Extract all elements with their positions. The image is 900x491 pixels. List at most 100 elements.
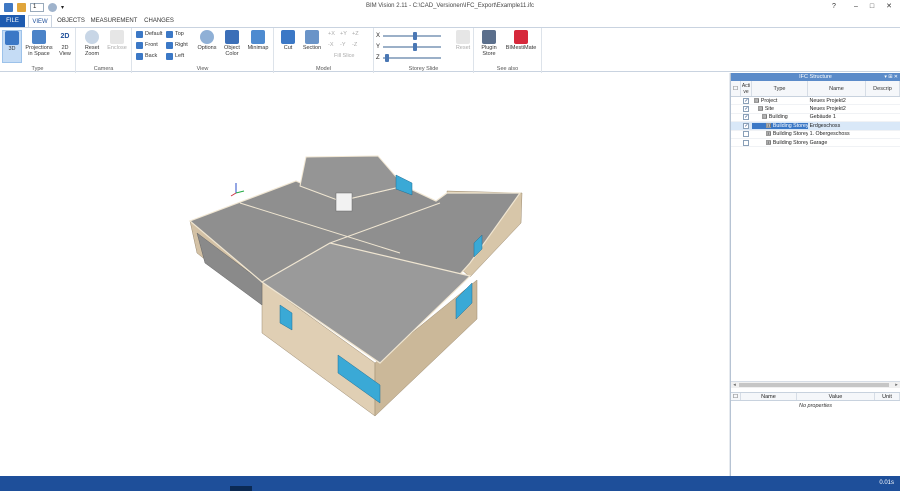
minimap-button[interactable]: Minimap [246, 30, 270, 51]
bimestimate-label: BIMestiMate [505, 45, 537, 51]
slice-minus-z-label: -Z [352, 42, 358, 48]
props-col-value[interactable]: Value [797, 393, 875, 400]
maximize-button[interactable]: □ [866, 2, 878, 12]
view-back-button[interactable]: Back [136, 52, 157, 61]
tab-file[interactable]: FILE [0, 15, 25, 27]
expand-icon[interactable]: ⊞ [765, 139, 771, 145]
view-front-button[interactable]: Front [136, 41, 158, 50]
tree-row-storey-obergeschoss[interactable]: ⊞ Building Storey 1. Obergeschoss [731, 131, 900, 139]
slice-minus-x-label: -X [328, 42, 334, 48]
tree-row-site[interactable]: ✓ ⊟ Site Neues Projekt2 [731, 105, 900, 114]
active-checkbox[interactable]: ✓ [743, 97, 750, 104]
expand-icon[interactable]: ⊞ [765, 122, 771, 128]
type-label: Building [768, 114, 788, 121]
active-checkbox[interactable] [743, 139, 750, 146]
slice-plus-y-button[interactable]: +Y [340, 30, 347, 39]
projections-button[interactable]: Projections in Space [24, 30, 54, 57]
minimize-button[interactable]: – [850, 2, 862, 12]
close-button[interactable]: ✕ [883, 2, 895, 12]
slice-minus-y-button[interactable]: -Y [340, 41, 346, 50]
plugin-store-button[interactable]: Plugin Store [478, 30, 500, 57]
slice-minus-z-button[interactable]: -Z [352, 41, 357, 50]
name-cell: Neues Projekt2 [809, 97, 846, 104]
active-checkbox[interactable] [743, 131, 750, 138]
type-label: Site [764, 106, 775, 113]
group-view-label: View [196, 66, 209, 72]
col-desc-header[interactable]: Descrip [866, 81, 900, 96]
tab-measurement[interactable]: MEASUREMENT [90, 15, 138, 27]
slider-y[interactable] [383, 42, 442, 51]
window-title: BIM Vision 2.11 - C:\CAD_Versionen\IFC_E… [365, 3, 535, 9]
section-button[interactable]: Section [300, 30, 324, 51]
tree-row-project[interactable]: ✓ ⊟ Project Neues Projekt2 [731, 97, 900, 106]
help-icon[interactable]: ? [828, 2, 840, 12]
section-icon [305, 30, 319, 44]
collapse-icon[interactable]: ⊟ [757, 106, 763, 112]
slice-plus-x-button[interactable]: +X [328, 30, 335, 39]
2d-view-button[interactable]: 2D 2D View [56, 30, 74, 57]
active-checkbox[interactable]: ✓ [743, 122, 750, 129]
active-checkbox[interactable]: ✓ [743, 114, 750, 121]
plugin-store-label: Plugin Store [481, 45, 497, 57]
slider-z-thumb[interactable] [384, 53, 389, 62]
object-color-button[interactable]: Object Color [221, 30, 243, 57]
bimestimate-button[interactable]: BIMestiMate [503, 30, 539, 51]
slice-minus-x-button[interactable]: -X [328, 41, 334, 50]
slider-z[interactable] [382, 53, 441, 62]
slider-x[interactable] [383, 31, 442, 40]
enclose-icon [110, 30, 124, 44]
view-top-button[interactable]: Top [166, 30, 184, 39]
enclose-button[interactable]: Enclose [106, 30, 128, 51]
slider-x-row: X [376, 31, 442, 40]
active-cell [741, 139, 752, 146]
view-default-button[interactable]: Default [136, 30, 162, 39]
cube-3d-icon [5, 31, 19, 45]
tab-objects[interactable]: OBJECTS [55, 15, 87, 27]
scroll-right-icon[interactable]: ▸ [893, 382, 900, 388]
active-checkbox[interactable]: ✓ [743, 106, 750, 113]
2d-icon: 2D [58, 30, 72, 44]
props-select-icon[interactable]: ☐ [731, 393, 741, 400]
tab-view[interactable]: VIEW [28, 15, 52, 27]
expand-icon[interactable]: ⊞ [765, 131, 771, 137]
options-label: Options [197, 45, 217, 51]
tree-row-storey-garage[interactable]: ⊞ Building Storey Garage [731, 139, 900, 148]
view-right-button[interactable]: Right [166, 41, 188, 50]
collapse-icon[interactable]: ⊟ [753, 97, 759, 103]
props-col-unit[interactable]: Unit [875, 393, 900, 400]
reset-zoom-button[interactable]: Reset Zoom [82, 30, 102, 57]
ribbon: 3D Projections in Space 2D 2D View Type … [0, 27, 900, 73]
options-button[interactable]: Options [196, 30, 218, 51]
object-color-label: Object Color [224, 45, 240, 57]
tab-changes[interactable]: CHANGES [142, 15, 176, 27]
cut-button[interactable]: Cut [278, 30, 298, 51]
group-model-label: Model [316, 66, 331, 72]
col-select-icon[interactable]: ☐ [731, 81, 741, 96]
top-view-icon [166, 31, 173, 38]
horizontal-scrollbar[interactable]: ◂ ▸ [731, 381, 900, 388]
fill-slice-button[interactable]: Fill Slice [334, 52, 354, 61]
col-active-header[interactable]: Acti ve [741, 81, 752, 96]
slider-x-label: X [376, 32, 381, 39]
tree-row-building[interactable]: ✓ ⊟ Building Gebäude 1 [731, 114, 900, 123]
slice-plus-z-button[interactable]: +Z [352, 30, 359, 39]
view-back-label: Back [145, 53, 158, 59]
building-model[interactable] [0, 73, 729, 476]
storey-reset-button[interactable]: Reset [454, 30, 472, 51]
3d-viewport[interactable] [0, 73, 729, 476]
name-cell: Erdgeschoss [809, 122, 841, 129]
slider-x-thumb[interactable] [413, 31, 418, 40]
col-type-header[interactable]: Type [752, 81, 808, 96]
3d-button[interactable]: 3D [2, 30, 22, 63]
slider-y-thumb[interactable] [413, 42, 418, 51]
col-name-header[interactable]: Name [808, 81, 866, 96]
scroll-left-icon[interactable]: ◂ [731, 382, 738, 388]
props-col-name[interactable]: Name [741, 393, 797, 400]
view-left-button[interactable]: Left [166, 52, 184, 61]
scrollbar-thumb[interactable] [739, 383, 889, 387]
collapse-icon[interactable]: ⊟ [761, 114, 767, 120]
panel-pin-close-icons[interactable]: ▾ ⊞ ✕ [884, 73, 898, 81]
tree-row-storey-erdgeschoss[interactable]: ✓ ⊞ Building Storey Erdgeschoss [731, 122, 900, 131]
type-cell: ⊟ Site [752, 106, 808, 112]
left-view-icon [166, 53, 173, 60]
